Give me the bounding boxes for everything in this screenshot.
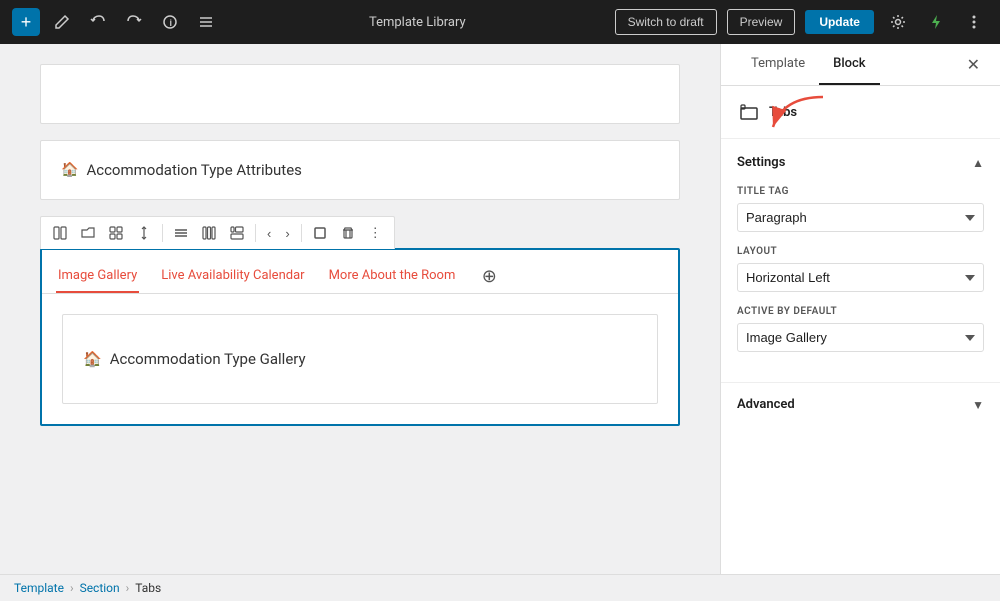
- attributes-block-label: Accommodation Type Attributes: [86, 161, 301, 179]
- settings-title: Settings: [737, 155, 785, 170]
- toolbar-sep-3: [301, 224, 302, 242]
- layout-select[interactable]: Horizontal Left Horizontal Right Vertica…: [737, 263, 984, 292]
- advanced-title: Advanced: [737, 397, 795, 412]
- undo-button[interactable]: [84, 10, 112, 34]
- more-options-btn[interactable]: [960, 8, 988, 36]
- toolbar-columns2-btn[interactable]: [47, 222, 73, 244]
- attributes-block: 🏠 Accommodation Type Attributes: [40, 140, 680, 200]
- editor-area: 🏠 Accommodation Type Attributes: [0, 44, 720, 574]
- attributes-block-content: 🏠 Accommodation Type Attributes: [61, 161, 659, 179]
- edit-icon-btn[interactable]: [48, 10, 76, 34]
- gallery-block-label: Accommodation Type Gallery: [110, 350, 306, 368]
- toolbar-square-btn[interactable]: [307, 222, 333, 244]
- top-bar-left: + i: [12, 8, 220, 36]
- title-tag-select[interactable]: Paragraph H1H2H3: [737, 203, 984, 232]
- sidebar-tab-template[interactable]: Template: [737, 44, 819, 85]
- advanced-header[interactable]: Advanced ▼: [737, 383, 984, 426]
- toolbar-columns-multi-btn[interactable]: [196, 222, 222, 244]
- tabs-block-icon: [737, 100, 761, 124]
- tabs-content: 🏠 Accommodation Type Gallery: [42, 294, 678, 424]
- tabs-header: Image Gallery Live Availability Calendar…: [42, 250, 678, 294]
- breadcrumb-sep-2: ›: [126, 581, 130, 595]
- breadcrumb-bar: Template › Section › Tabs: [0, 574, 1000, 601]
- breadcrumb-current: Tabs: [135, 581, 161, 595]
- form-group-layout: LAYOUT Horizontal Left Horizontal Right …: [737, 246, 984, 292]
- tab-more-about-room[interactable]: More About the Room: [327, 260, 458, 293]
- preview-button[interactable]: Preview: [727, 9, 796, 35]
- sidebar-tabs: Template Block ✕: [721, 44, 1000, 86]
- tabs-container: Image Gallery Live Availability Calendar…: [40, 248, 680, 426]
- svg-text:i: i: [170, 18, 173, 28]
- tab-image-gallery[interactable]: Image Gallery: [56, 260, 139, 293]
- top-bar-right: Switch to draft Preview Update: [615, 8, 988, 36]
- settings-header[interactable]: Settings ▲: [737, 155, 984, 170]
- toolbar-prev-btn[interactable]: ‹: [261, 222, 277, 245]
- active-label: ACTIVE BY DEFAULT: [737, 306, 984, 317]
- sidebar-tab-group: Template Block: [737, 44, 880, 85]
- breadcrumb-template[interactable]: Template: [14, 581, 64, 595]
- layout-label: LAYOUT: [737, 246, 984, 257]
- tab-add-button[interactable]: ⊕: [477, 265, 501, 289]
- add-block-button[interactable]: +: [12, 8, 40, 36]
- toolbar-grid-btn[interactable]: [103, 222, 129, 244]
- update-button[interactable]: Update: [805, 10, 874, 34]
- top-bar: + i Template Library Switch to draft Pre…: [0, 0, 1000, 44]
- form-group-title-tag: TITLE TAG Paragraph H1H2H3: [737, 186, 984, 232]
- toolbar-move-btn[interactable]: [131, 222, 157, 244]
- list-view-button[interactable]: [192, 10, 220, 34]
- toolbar-align-btn[interactable]: [168, 222, 194, 244]
- toolbar-sep-1: [162, 224, 163, 242]
- sidebar-close-button[interactable]: ✕: [963, 51, 984, 79]
- sidebar-tab-block[interactable]: Block: [819, 44, 879, 85]
- toolbar-sep-2: [255, 224, 256, 242]
- advanced-section: Advanced ▼: [721, 382, 1000, 426]
- sidebar-block-header-wrapper: Tabs: [721, 86, 1000, 139]
- active-select[interactable]: Image Gallery Live Availability Calendar…: [737, 323, 984, 352]
- toolbar-columns-multi2-btn[interactable]: [224, 222, 250, 244]
- home-icon: 🏠: [61, 162, 78, 178]
- settings-collapse-icon: ▲: [972, 156, 984, 170]
- form-group-active: ACTIVE BY DEFAULT Image Gallery Live Ava…: [737, 306, 984, 352]
- placeholder-block-top: [40, 64, 680, 124]
- sidebar-block-header: Tabs: [721, 86, 1000, 139]
- page-title: Template Library: [369, 15, 466, 30]
- switch-to-draft-button[interactable]: Switch to draft: [615, 9, 717, 35]
- toolbar-next-btn[interactable]: ›: [279, 222, 295, 245]
- toolbar-folder-btn[interactable]: [75, 222, 101, 244]
- title-tag-label: TITLE TAG: [737, 186, 984, 197]
- block-toolbar: ‹ › ⋮: [40, 216, 395, 249]
- advanced-chevron-icon: ▼: [972, 398, 984, 412]
- block-name-label: Tabs: [769, 105, 797, 120]
- main-layout: 🏠 Accommodation Type Attributes: [0, 44, 1000, 574]
- breadcrumb-sep-1: ›: [70, 581, 74, 595]
- tab-live-calendar[interactable]: Live Availability Calendar: [159, 260, 306, 293]
- settings-icon-btn[interactable]: [884, 8, 912, 36]
- info-button[interactable]: i: [156, 10, 184, 34]
- breadcrumb-section[interactable]: Section: [80, 581, 120, 595]
- redo-button[interactable]: [120, 10, 148, 34]
- toolbar-trash-btn[interactable]: [335, 222, 361, 244]
- toolbar-more-btn[interactable]: ⋮: [363, 221, 388, 245]
- gallery-home-icon: 🏠: [83, 350, 102, 368]
- inner-gallery-block: 🏠 Accommodation Type Gallery: [62, 314, 658, 404]
- settings-section: Settings ▲ TITLE TAG Paragraph H1H2H3 LA…: [721, 139, 1000, 382]
- lightning-icon-btn[interactable]: [922, 8, 950, 36]
- sidebar: Template Block ✕ Tabs: [720, 44, 1000, 574]
